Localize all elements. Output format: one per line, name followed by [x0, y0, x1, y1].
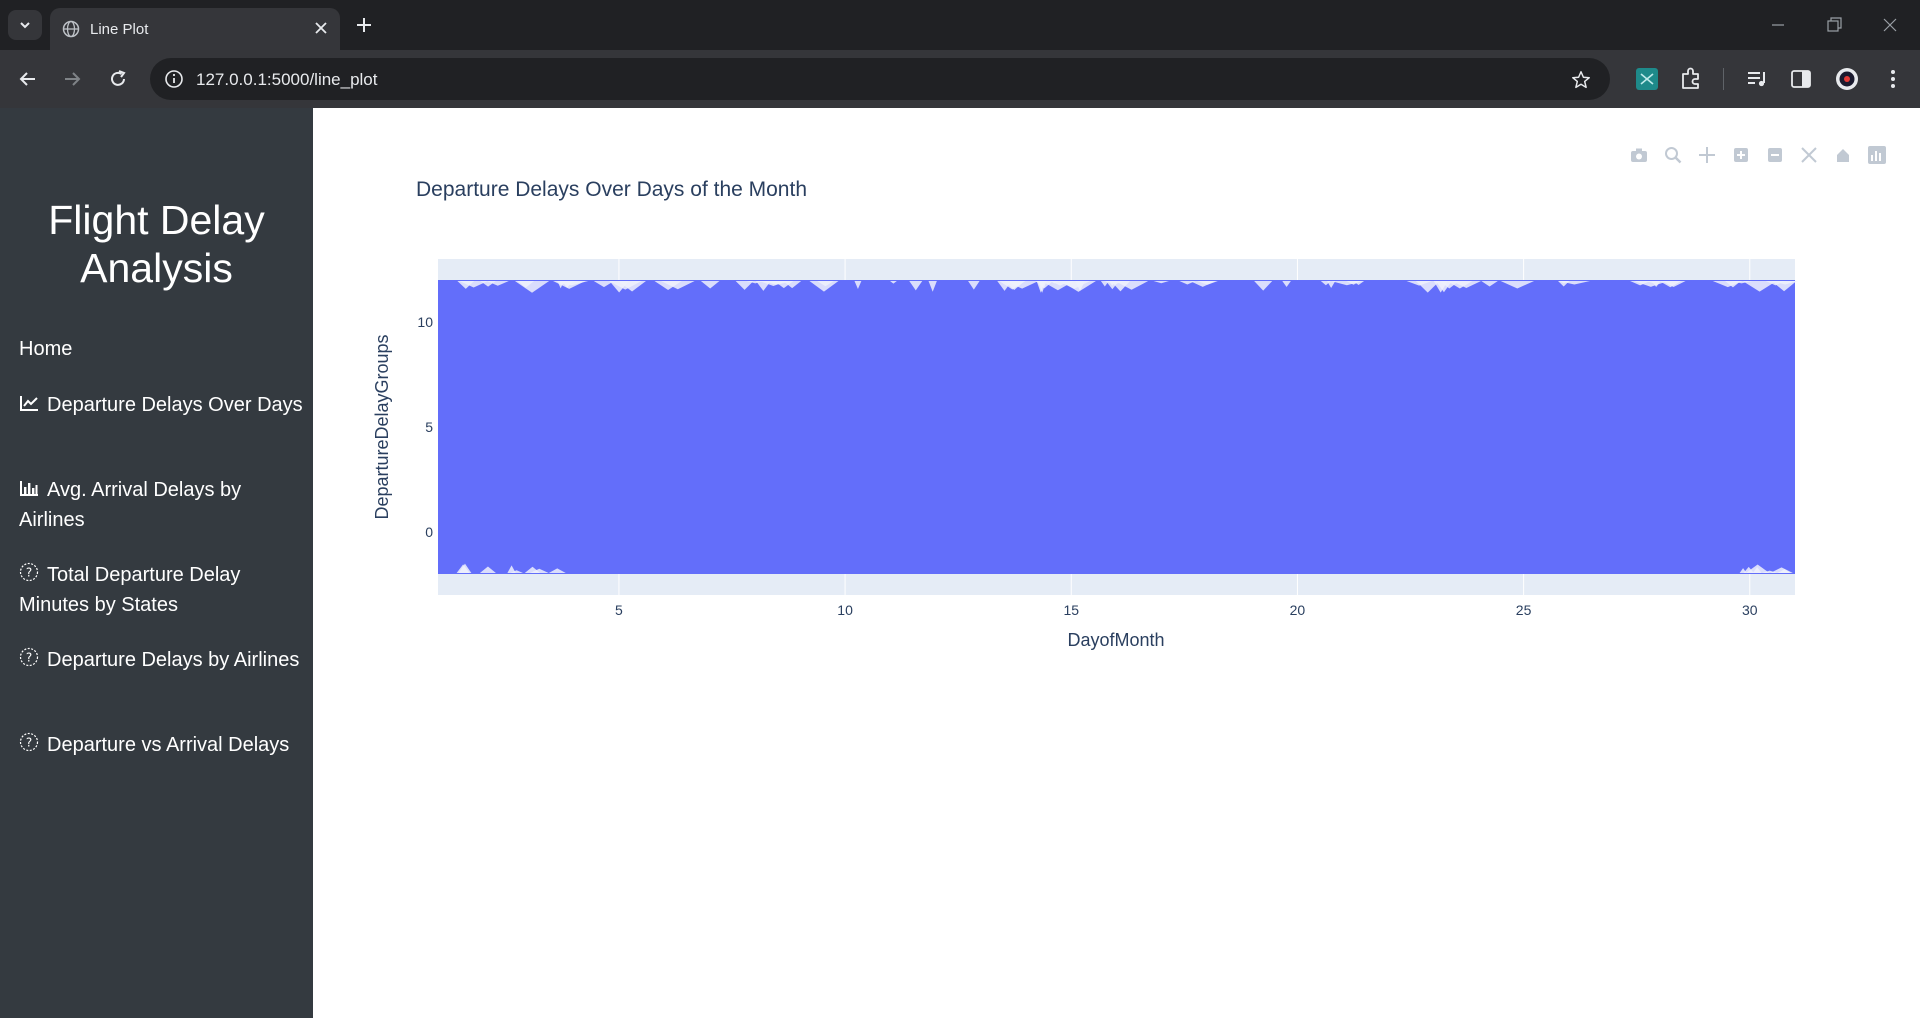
x-tick-label: 20 [1290, 602, 1306, 618]
series-line-mass [438, 280, 1795, 574]
sidebar: Flight Delay Analysis Home Departure Del… [0, 108, 313, 1018]
active-tab[interactable]: Line Plot [50, 8, 340, 50]
close-icon[interactable] [312, 19, 330, 37]
new-tab-plus-icon[interactable] [352, 13, 376, 37]
y-tick-label: 5 [425, 419, 433, 435]
x-tick-label: 5 [615, 602, 623, 618]
reload-icon[interactable] [106, 67, 130, 91]
profile-avatar-icon[interactable] [1834, 66, 1860, 92]
x-tick-label: 15 [1063, 602, 1079, 618]
sidebar-item-departure-delays-over-days[interactable]: Departure Delays Over Days [19, 390, 309, 420]
sidebar-item-label: Home [19, 338, 73, 360]
forward-arrow-icon[interactable] [60, 67, 84, 91]
x-axis-label: DayofMonth [1067, 630, 1164, 650]
sidebar-item-total-departure-delay-minutes[interactable]: ? Total Departure Delay Minutes by States [19, 560, 309, 620]
globe-icon [62, 20, 80, 38]
tab-search-button[interactable] [8, 10, 42, 40]
question-circle-icon: ? [19, 647, 39, 667]
browser-tab-bar: Line Plot [0, 0, 1920, 50]
sidebar-item-home[interactable]: Home [19, 334, 309, 364]
minimize-icon[interactable] [1766, 13, 1790, 37]
sidebar-item-departure-vs-arrival[interactable]: ? Departure vs Arrival Delays [19, 730, 309, 760]
puzzle-extensions-icon[interactable] [1678, 66, 1704, 92]
question-circle-icon: ? [19, 562, 39, 582]
y-axis-label: DepartureDelayGroups [372, 334, 392, 519]
window-close-icon[interactable] [1878, 13, 1902, 37]
sidebar-item-label: Total Departure Delay Minutes by States [19, 564, 241, 616]
side-panel-icon[interactable] [1788, 66, 1814, 92]
x-tick-label: 30 [1742, 602, 1758, 618]
svg-text:?: ? [26, 651, 32, 665]
svg-text:?: ? [26, 736, 32, 750]
star-icon[interactable] [1570, 69, 1592, 91]
bar-chart-icon [20, 481, 38, 496]
back-arrow-icon[interactable] [16, 67, 40, 91]
translate-extension-icon[interactable] [1634, 66, 1660, 92]
question-circle-icon: ? [19, 732, 39, 752]
line-chart-icon [20, 396, 38, 411]
main-content: Departure Delays Over Days of the Month … [313, 108, 1920, 1018]
tab-title: Line Plot [90, 21, 149, 38]
address-bar[interactable]: 127.0.0.1:5000/line_plot [150, 58, 1610, 100]
media-queue-icon[interactable] [1744, 66, 1770, 92]
sidebar-item-label: Departure vs Arrival Delays [47, 734, 290, 756]
sidebar-item-label: Avg. Arrival Delays by Airlines [19, 479, 242, 531]
x-tick-labels: 5 10 15 20 25 30 [615, 602, 1758, 618]
url-text: 127.0.0.1:5000/line_plot [196, 70, 378, 89]
x-tick-label: 25 [1516, 602, 1532, 618]
y-tick-labels: 0 5 10 [417, 314, 433, 540]
sidebar-item-label: Departure Delays Over Days [47, 394, 303, 416]
y-tick-label: 10 [417, 314, 433, 330]
sidebar-item-departure-delays-by-airlines[interactable]: ? Departure Delays by Airlines [19, 645, 309, 675]
sidebar-title: Flight Delay Analysis [48, 197, 265, 291]
chevron-down-icon [20, 22, 30, 29]
browser-toolbar: 127.0.0.1:5000/line_plot [0, 50, 1920, 108]
chart-title: Departure Delays Over Days of the Month [416, 178, 807, 201]
toolbar-divider [1723, 68, 1724, 90]
more-vert-icon[interactable] [1880, 66, 1906, 92]
restore-icon[interactable] [1822, 13, 1846, 37]
info-icon[interactable] [164, 69, 184, 89]
sidebar-item-avg-arrival-delays[interactable]: Avg. Arrival Delays by Airlines [19, 475, 309, 535]
sidebar-item-label: Departure Delays by Airlines [47, 649, 300, 671]
svg-text:?: ? [26, 566, 32, 580]
y-tick-label: 0 [425, 524, 433, 540]
x-tick-label: 10 [837, 602, 853, 618]
line-chart: Departure Delays Over Days of the Month … [372, 178, 1799, 650]
